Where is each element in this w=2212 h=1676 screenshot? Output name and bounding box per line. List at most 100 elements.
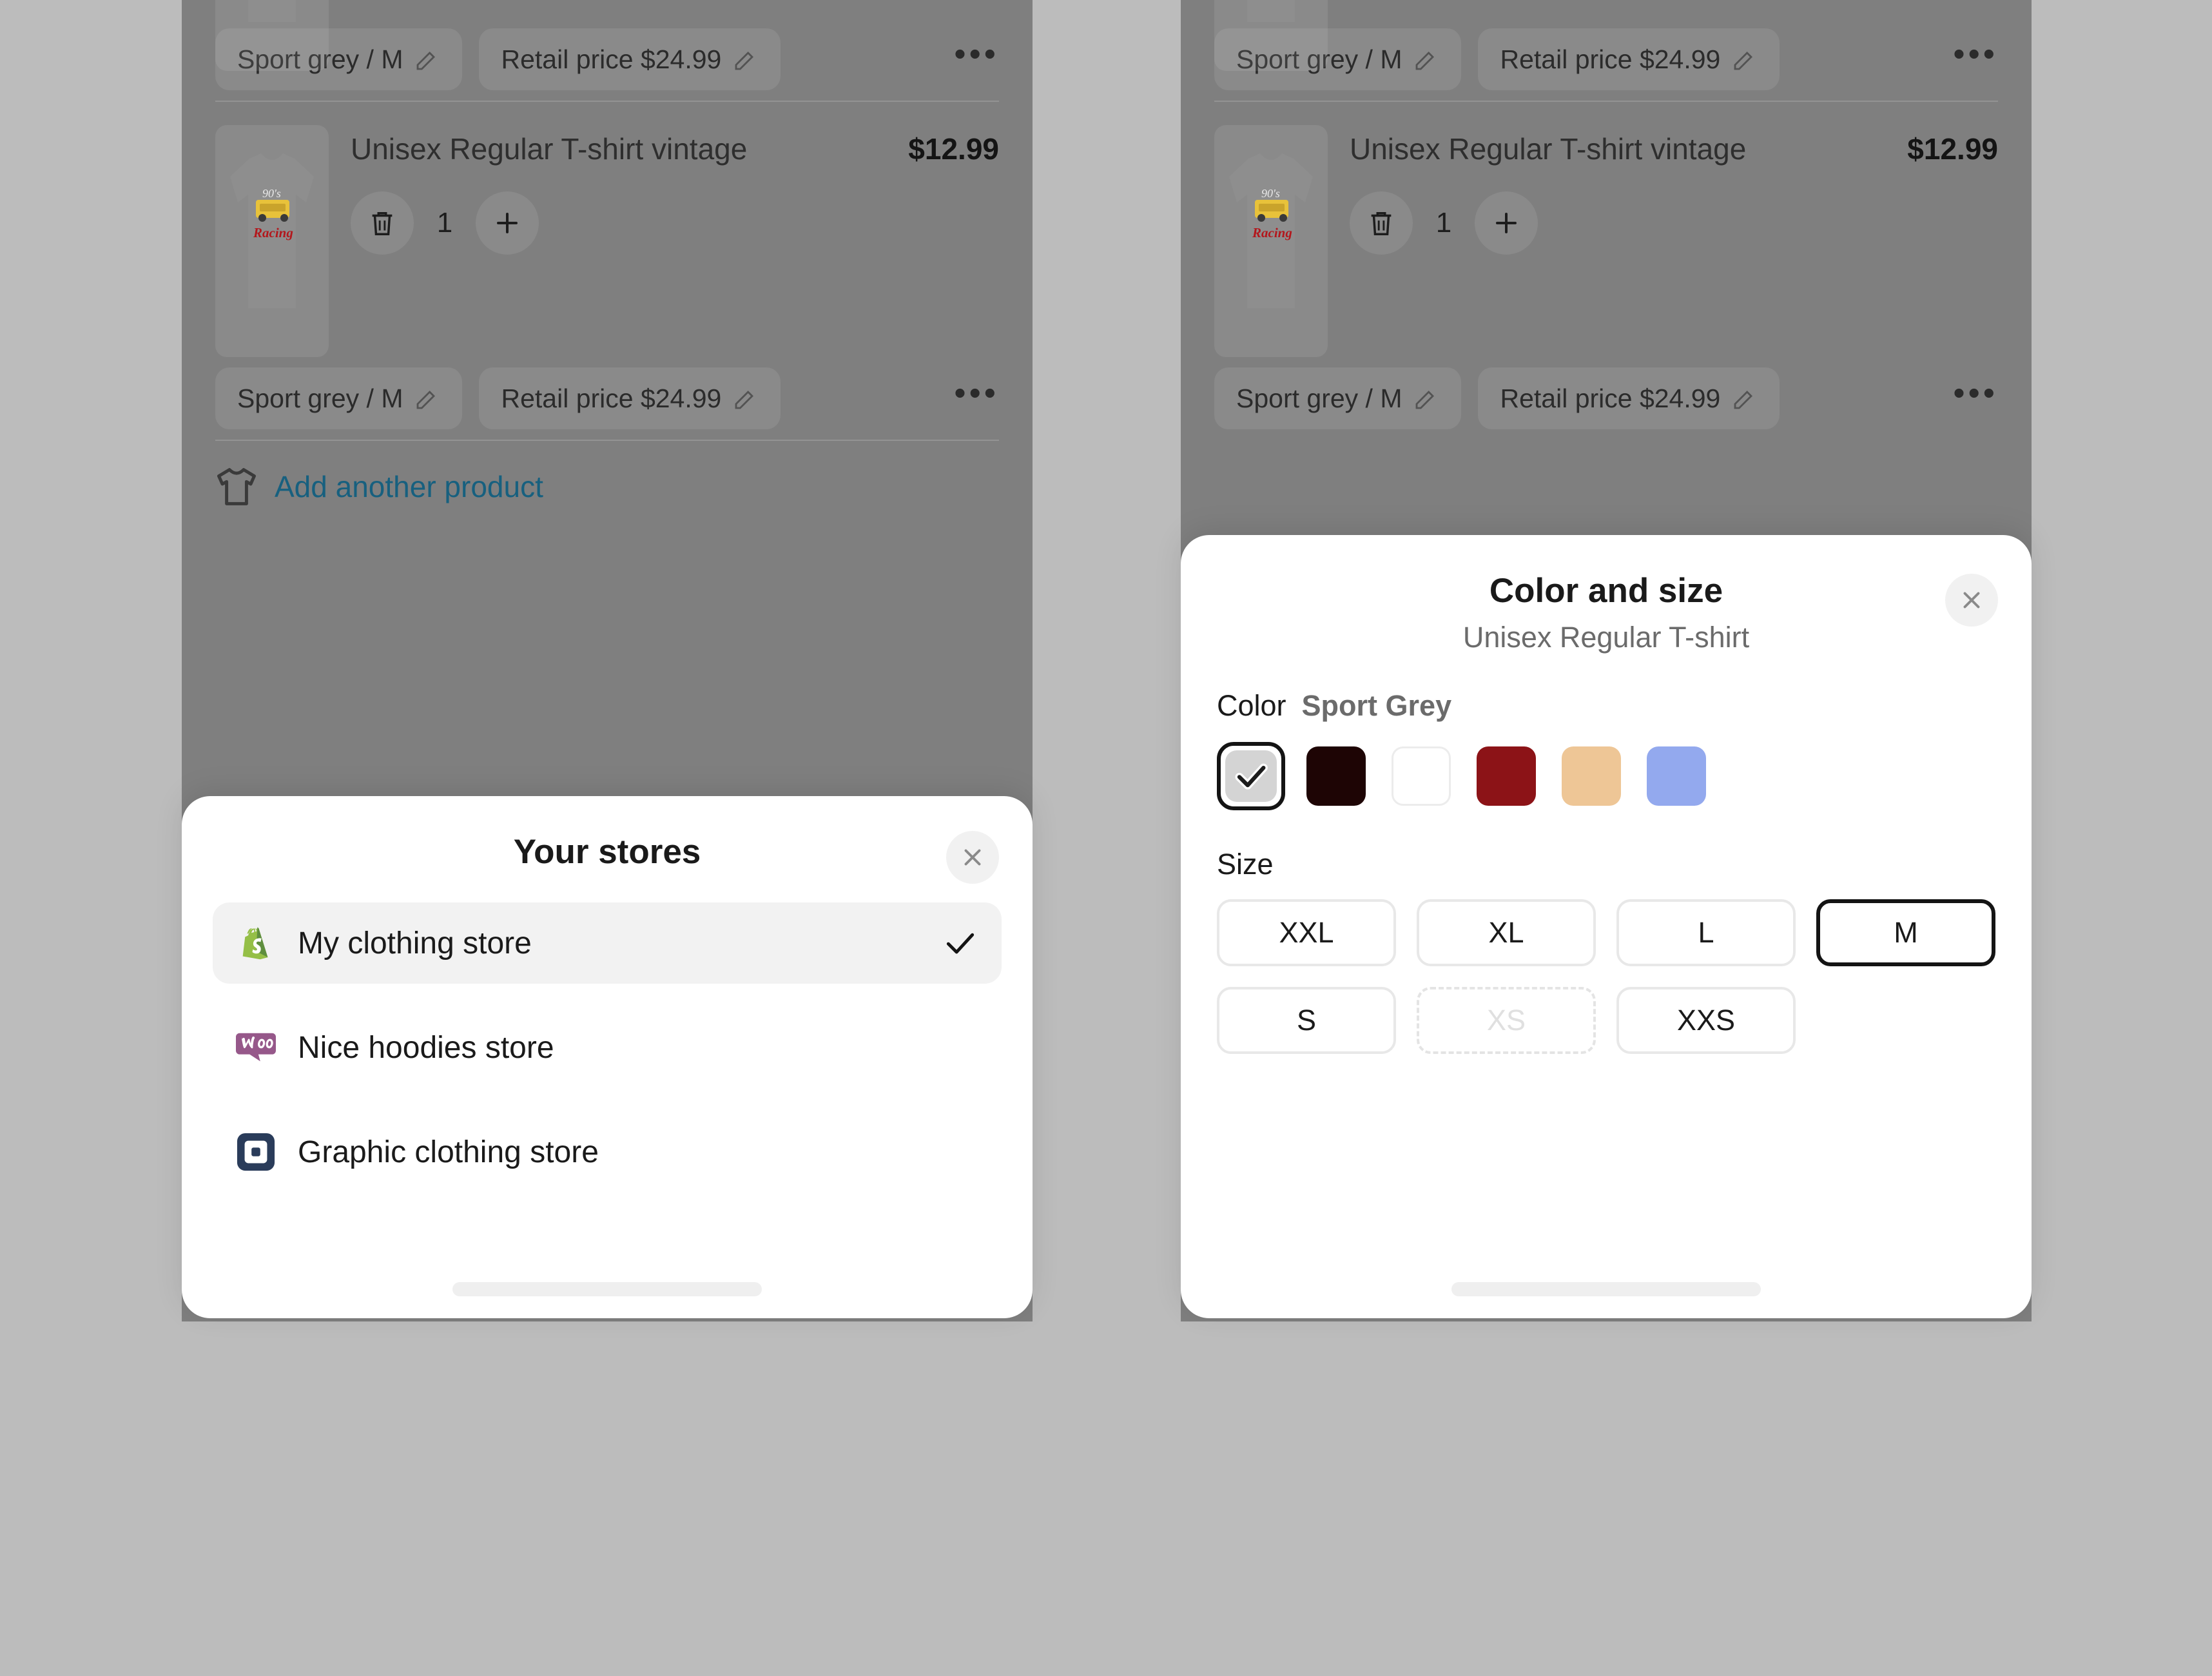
trash-icon	[1371, 211, 1392, 235]
sheet-title: Your stores	[513, 833, 701, 871]
color-label: Color	[1217, 689, 1286, 722]
store-list-item-graphic-clothing-store[interactable]: Graphic clothing store	[213, 1111, 1002, 1193]
check-icon	[1235, 763, 1268, 790]
quantity-value: 1	[436, 206, 453, 239]
quantity-stepper: 1	[1350, 191, 1998, 255]
sheet-drag-handle[interactable]	[1451, 1282, 1761, 1296]
your-stores-sheet: Your stores My clothing store Nice hoodi…	[182, 796, 1033, 1318]
product-row: 90's Racing Unisex Regular T-shirt vinta…	[1181, 102, 2032, 357]
product-thumbnail-partial	[1214, 0, 1328, 71]
color-swatch-black[interactable]	[1302, 742, 1370, 810]
size-option-l[interactable]: L	[1616, 899, 1796, 966]
product-details: Unisex Regular T-shirt vintage $12.99 1	[1350, 125, 1998, 357]
pencil-icon	[1416, 51, 1435, 70]
svg-text:Racing: Racing	[1252, 225, 1292, 240]
product-row: 90's Racing Unisex Regular T-shirt vinta…	[182, 102, 1033, 357]
retail-price-label: Retail price $24.99	[501, 383, 722, 413]
close-button[interactable]	[946, 831, 999, 884]
size-option-s[interactable]: S	[1217, 987, 1396, 1054]
color-swatch-tan[interactable]	[1557, 742, 1625, 810]
sheet-header: Color and size Unisex Regular T-shirt	[1181, 535, 2032, 654]
retail-price-chip[interactable]: Retail price $24.99	[1478, 28, 1780, 90]
product-thumbnail[interactable]: 90's Racing	[215, 125, 329, 357]
sheet-drag-handle[interactable]	[452, 1282, 762, 1296]
pencil-icon	[735, 51, 754, 70]
svg-text:90's: 90's	[1261, 187, 1280, 200]
pencil-icon	[1416, 390, 1435, 409]
tshirt-image: 90's Racing	[1229, 153, 1313, 308]
trash-icon	[372, 211, 393, 235]
size-grid: XXL XL L M S XS XXS	[1217, 899, 1995, 1054]
color-swatch-fill	[1392, 746, 1451, 806]
size-option-xl[interactable]: XL	[1417, 899, 1596, 966]
more-options-button[interactable]: •••	[1953, 376, 1998, 412]
increment-quantity-button[interactable]	[1475, 191, 1538, 255]
color-swatch-white[interactable]	[1387, 742, 1455, 810]
color-swatch-fill	[1562, 746, 1621, 806]
variant-chip[interactable]: Sport grey / M	[215, 367, 463, 429]
color-and-size-sheet: Color and size Unisex Regular T-shirt Co…	[1181, 535, 2032, 1318]
svg-text:90's: 90's	[262, 187, 281, 200]
product-thumbnail-partial	[215, 0, 329, 71]
retail-price-label: Retail price $24.99	[1500, 383, 1721, 413]
color-swatch-periwinkle[interactable]	[1642, 742, 1711, 810]
pencil-icon	[417, 390, 436, 409]
retail-price-chip[interactable]: Retail price $24.99	[479, 367, 781, 429]
plus-icon	[497, 212, 518, 233]
size-option-xs: XS	[1417, 987, 1596, 1054]
pencil-icon	[1734, 51, 1753, 70]
more-options-button[interactable]: •••	[954, 376, 999, 412]
product-meta-row: Sport grey / M Retail price $24.99 •••	[1181, 357, 2032, 440]
more-options-button[interactable]: •••	[954, 37, 999, 73]
tshirt-icon	[217, 468, 256, 505]
more-options-button[interactable]: •••	[1953, 37, 1998, 73]
color-swatch-sport-grey[interactable]	[1217, 742, 1285, 810]
size-label: Size	[1217, 848, 1274, 881]
delete-product-button[interactable]	[1350, 191, 1413, 255]
color-header: Color Sport Grey	[1217, 689, 1995, 723]
retail-price-label: Retail price $24.99	[1500, 44, 1721, 74]
tshirt-image: 90's Racing	[230, 153, 314, 308]
retail-price-chip[interactable]: Retail price $24.99	[479, 28, 781, 90]
size-option-m[interactable]: M	[1816, 899, 1995, 966]
pencil-icon	[735, 390, 754, 409]
sheet-title: Color and size	[1489, 572, 1723, 610]
product-list-left: Sport grey / M Retail price $24.99 ••• 9…	[182, 0, 1033, 532]
store-list-item-nice-hoodies-store[interactable]: Nice hoodies store	[213, 1007, 1002, 1088]
svg-text:Racing: Racing	[253, 225, 293, 240]
delete-product-button[interactable]	[351, 191, 414, 255]
quantity-stepper: 1	[351, 191, 999, 255]
tshirt-image	[248, 0, 296, 22]
product-header: Unisex Regular T-shirt vintage $12.99	[1350, 130, 1998, 168]
variant-chip-label: Sport grey / M	[1236, 383, 1402, 413]
store-name: Nice hoodies store	[298, 1030, 554, 1065]
product-title: Unisex Regular T-shirt vintage	[1350, 132, 1747, 166]
product-price: $12.99	[1907, 132, 1998, 166]
shopify-icon	[242, 927, 268, 960]
size-option-xxl[interactable]: XXL	[1217, 899, 1396, 966]
sheet-subtitle: Unisex Regular T-shirt	[1462, 621, 1750, 654]
product-details: Unisex Regular T-shirt vintage $12.99 1	[351, 125, 999, 357]
screenshot-stage: Sport grey / M Retail price $24.99 ••• 9…	[0, 0, 2212, 1676]
plus-icon	[1496, 212, 1517, 233]
product-thumbnail[interactable]: 90's Racing	[1214, 125, 1328, 357]
tshirt-image	[1247, 0, 1295, 22]
product-header: Unisex Regular T-shirt vintage $12.99	[351, 130, 999, 168]
product-price: $12.99	[908, 132, 999, 166]
color-swatch-fill	[1306, 746, 1366, 806]
close-button[interactable]	[1945, 574, 1998, 627]
pencil-icon	[1734, 390, 1753, 409]
variant-chip[interactable]: Sport grey / M	[1214, 367, 1462, 429]
increment-quantity-button[interactable]	[476, 191, 539, 255]
color-swatch-fill	[1647, 746, 1706, 806]
quantity-value: 1	[1435, 206, 1452, 239]
size-option-xxs[interactable]: XXS	[1616, 987, 1796, 1054]
store-list-item-my-clothing-store[interactable]: My clothing store	[213, 902, 1002, 984]
store-list: My clothing store Nice hoodies store Gra…	[182, 872, 1033, 1193]
color-swatch-red[interactable]	[1472, 742, 1540, 810]
pencil-icon	[417, 51, 436, 70]
store-name: Graphic clothing store	[298, 1135, 599, 1169]
retail-price-chip[interactable]: Retail price $24.99	[1478, 367, 1780, 429]
add-another-product-button[interactable]: Add another product	[182, 441, 1033, 532]
retail-price-label: Retail price $24.99	[501, 44, 722, 74]
